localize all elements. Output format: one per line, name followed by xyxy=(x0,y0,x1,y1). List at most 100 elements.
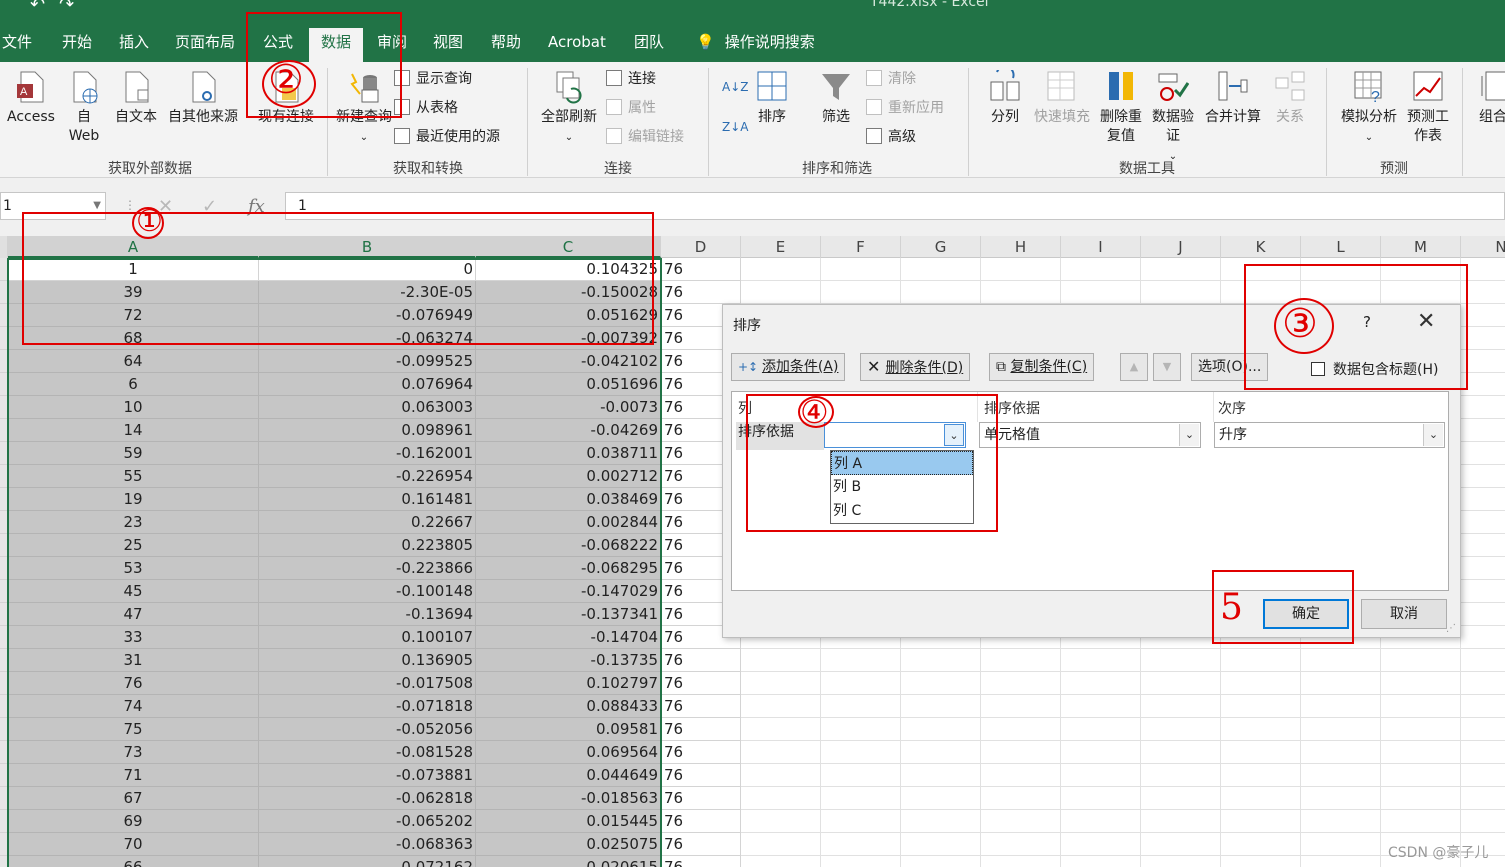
cell-empty[interactable] xyxy=(1381,810,1461,833)
cell-empty[interactable] xyxy=(1461,557,1505,580)
cell-empty[interactable] xyxy=(901,764,981,787)
cell-c[interactable]: -0.042102 xyxy=(476,350,661,373)
tab-home[interactable]: 开始 xyxy=(58,28,96,62)
cell-empty[interactable] xyxy=(901,718,981,741)
row-header[interactable] xyxy=(0,810,8,833)
row-header[interactable] xyxy=(0,626,8,649)
cell-empty[interactable] xyxy=(1061,856,1141,867)
cell-empty[interactable] xyxy=(901,741,981,764)
relationships-button[interactable]: 关系 xyxy=(1268,70,1312,127)
cell-c[interactable]: -0.068222 xyxy=(476,534,661,557)
cell-b[interactable]: -0.13694 xyxy=(259,603,476,626)
cell-empty[interactable] xyxy=(821,649,901,672)
cell-a[interactable]: 64 xyxy=(8,350,259,373)
tab-file[interactable]: 文件 xyxy=(0,28,36,62)
cell-empty[interactable] xyxy=(1221,764,1301,787)
cell-empty[interactable] xyxy=(1221,649,1301,672)
cell-b[interactable]: -0.065202 xyxy=(259,810,476,833)
cell-empty[interactable] xyxy=(1461,787,1505,810)
cell-empty[interactable] xyxy=(1141,258,1221,281)
cell-empty[interactable] xyxy=(1461,626,1505,649)
ok-button[interactable]: 确定 xyxy=(1263,599,1349,629)
cell-empty[interactable] xyxy=(1461,419,1505,442)
cell-empty[interactable] xyxy=(821,281,901,304)
cell-b[interactable]: 0.076964 xyxy=(259,373,476,396)
cell-empty[interactable] xyxy=(981,741,1061,764)
row-header[interactable] xyxy=(0,649,8,672)
cell-b[interactable]: 0 xyxy=(259,258,476,281)
cell-empty[interactable] xyxy=(1061,672,1141,695)
new-query-button[interactable]: 新建查询 ⌄ xyxy=(336,70,392,147)
column-header-d[interactable]: D xyxy=(661,236,741,258)
show-queries-button[interactable]: 显示查询 xyxy=(394,68,472,90)
cell-empty[interactable] xyxy=(741,695,821,718)
cell-a[interactable]: 72 xyxy=(8,304,259,327)
cell-b[interactable]: -0.162001 xyxy=(259,442,476,465)
cell-empty[interactable] xyxy=(1381,695,1461,718)
cell-empty[interactable] xyxy=(1461,580,1505,603)
row-header[interactable] xyxy=(0,534,8,557)
cell-empty[interactable] xyxy=(1461,304,1505,327)
cell-empty[interactable] xyxy=(1061,649,1141,672)
cell-empty[interactable] xyxy=(1221,856,1301,867)
cell-empty[interactable] xyxy=(1461,258,1505,281)
tab-data[interactable]: 数据 xyxy=(309,28,363,62)
row-header[interactable] xyxy=(0,856,8,867)
cell-empty[interactable] xyxy=(1141,718,1221,741)
cell-empty[interactable] xyxy=(1461,810,1505,833)
cell-empty[interactable] xyxy=(741,258,821,281)
cell-c[interactable]: -0.068295 xyxy=(476,557,661,580)
cell-a[interactable]: 55 xyxy=(8,465,259,488)
dropdown-option-column-b[interactable]: 列 B xyxy=(831,475,973,499)
cell-empty[interactable] xyxy=(741,764,821,787)
cancel-button[interactable]: 取消 xyxy=(1361,599,1447,629)
consolidate-button[interactable]: 合并计算 xyxy=(1200,70,1266,127)
cell-c[interactable]: -0.147029 xyxy=(476,580,661,603)
cell-empty[interactable] xyxy=(1461,350,1505,373)
chevron-down-icon[interactable]: ⌄ xyxy=(944,424,964,446)
cell-c[interactable]: 0.088433 xyxy=(476,695,661,718)
cell-empty[interactable] xyxy=(1301,833,1381,856)
move-up-button[interactable]: ▲ xyxy=(1120,353,1148,381)
chevron-down-icon[interactable]: ⌄ xyxy=(1423,424,1443,446)
cell-c[interactable]: 0.015445 xyxy=(476,810,661,833)
column-header-m[interactable]: M xyxy=(1381,236,1461,258)
cell-empty[interactable] xyxy=(1301,856,1381,867)
cell-empty[interactable] xyxy=(1461,373,1505,396)
cell-empty[interactable] xyxy=(981,258,1061,281)
cell-a[interactable]: 6 xyxy=(8,373,259,396)
cell-d[interactable]: 76 xyxy=(661,856,741,867)
clear-filter-button[interactable]: 清除 xyxy=(866,68,916,90)
row-header[interactable] xyxy=(0,258,8,281)
cell-empty[interactable] xyxy=(741,810,821,833)
cell-empty[interactable] xyxy=(1461,649,1505,672)
from-text-button[interactable]: 自文本 xyxy=(112,70,160,127)
column-select[interactable]: ⌄ xyxy=(824,422,966,448)
cell-empty[interactable] xyxy=(1141,695,1221,718)
text-to-columns-button[interactable]: 分列 xyxy=(984,70,1026,127)
dropdown-option-column-c[interactable]: 列 C xyxy=(831,499,973,523)
cell-empty[interactable] xyxy=(1301,764,1381,787)
cell-empty[interactable] xyxy=(1301,741,1381,764)
reapply-button[interactable]: 重新应用 xyxy=(866,97,944,119)
cell-empty[interactable] xyxy=(1381,258,1461,281)
tab-acrobat[interactable]: Acrobat xyxy=(544,28,610,62)
cell-b[interactable]: 0.161481 xyxy=(259,488,476,511)
cell-empty[interactable] xyxy=(741,718,821,741)
column-header-l[interactable]: L xyxy=(1301,236,1381,258)
tab-insert[interactable]: 插入 xyxy=(115,28,153,62)
cell-empty[interactable] xyxy=(1141,810,1221,833)
cell-empty[interactable] xyxy=(1381,741,1461,764)
cell-c[interactable]: 0.020615 xyxy=(476,856,661,867)
cell-empty[interactable] xyxy=(981,718,1061,741)
cell-b[interactable]: -0.099525 xyxy=(259,350,476,373)
cell-empty[interactable] xyxy=(1301,718,1381,741)
cell-empty[interactable] xyxy=(1141,649,1221,672)
cell-empty[interactable] xyxy=(981,764,1061,787)
cell-empty[interactable] xyxy=(1061,810,1141,833)
cell-empty[interactable] xyxy=(1061,787,1141,810)
cell-empty[interactable] xyxy=(1141,741,1221,764)
sort-on-select[interactable]: 单元格值 ⌄ xyxy=(979,422,1201,448)
tab-page-layout[interactable]: 页面布局 xyxy=(171,28,239,62)
cell-empty[interactable] xyxy=(1061,764,1141,787)
